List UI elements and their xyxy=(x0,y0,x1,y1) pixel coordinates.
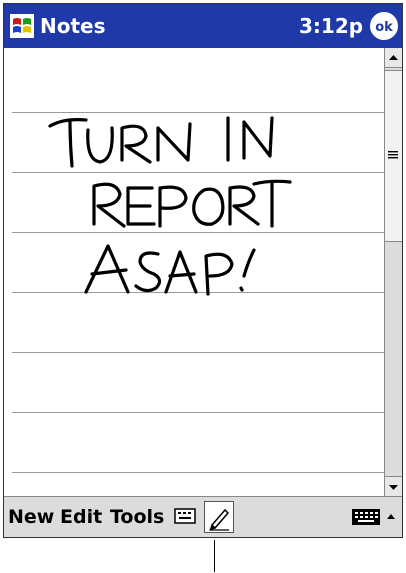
keyboard-icon[interactable] xyxy=(174,507,196,525)
up-arrow-icon[interactable] xyxy=(384,507,398,527)
grip-icon xyxy=(388,151,398,159)
vertical-scrollbar[interactable] xyxy=(384,48,402,496)
scroll-thumb[interactable] xyxy=(385,70,402,242)
note-writing-area[interactable] xyxy=(4,48,384,496)
menu-new[interactable]: New xyxy=(8,506,54,528)
scroll-up-button[interactable] xyxy=(385,48,402,68)
pen-button[interactable] xyxy=(204,501,234,533)
pen-icon xyxy=(209,508,230,531)
app-title: Notes xyxy=(40,14,106,38)
callout-line xyxy=(214,540,215,572)
input-panel-icon[interactable] xyxy=(351,508,381,526)
up-arrow-icon xyxy=(389,55,398,60)
menu-tools[interactable]: Tools xyxy=(110,506,164,528)
command-bar: New Edit Tools xyxy=(4,496,402,537)
menu-edit[interactable]: Edit xyxy=(60,506,102,528)
handwriting-line-1 xyxy=(48,116,274,168)
handwriting-ink xyxy=(48,116,292,296)
down-arrow-icon xyxy=(389,485,398,490)
pocket-pc-window: Notes 3:12p ok New Edit Tools xyxy=(3,3,403,538)
clock[interactable]: 3:12p xyxy=(299,13,363,39)
ok-button[interactable]: ok xyxy=(370,12,398,40)
windows-flag-icon[interactable] xyxy=(10,14,34,38)
title-bar: Notes 3:12p ok xyxy=(4,4,402,48)
handwriting-line-3 xyxy=(84,244,256,296)
scroll-down-button[interactable] xyxy=(385,476,402,496)
handwriting-line-2 xyxy=(92,179,292,228)
